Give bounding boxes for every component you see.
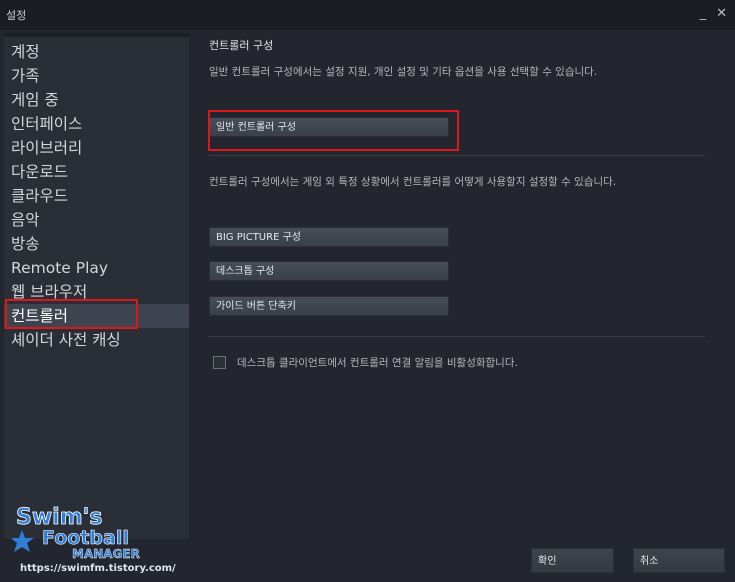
title-bar: 설정 _ ✕: [0, 0, 735, 30]
divider: [209, 336, 705, 337]
big-picture-config-button[interactable]: BIG PICTURE 구성: [209, 227, 449, 247]
sidebar-nav: 계정 가족 게임 중 인터페이스 라이브러리 다운로드 클라우드 음악 방송 R…: [4, 40, 189, 352]
sidebar-top-divider: [4, 33, 189, 37]
sidebar-item-downloads[interactable]: 다운로드: [4, 160, 189, 184]
close-icon[interactable]: ✕: [716, 4, 727, 24]
sidebar-item-account[interactable]: 계정: [4, 40, 189, 64]
minimize-icon[interactable]: _: [700, 4, 707, 24]
sidebar-item-in-game[interactable]: 게임 중: [4, 88, 189, 112]
watermark-logo: Swim's Football MANAGER https://swimfm.t…: [10, 500, 182, 580]
ok-button[interactable]: 확인: [531, 548, 614, 573]
sidebar-item-family[interactable]: 가족: [4, 64, 189, 88]
divider: [209, 155, 705, 156]
general-config-description: 일반 컨트롤러 구성에서는 설정 지원, 개인 설정 및 기타 옵션을 사용 선…: [209, 66, 598, 78]
watermark-logo-graphic: Swim's Football MANAGER: [10, 505, 140, 561]
controller-settings-panel: 컨트롤러 구성 일반 컨트롤러 구성에서는 설정 지원, 개인 설정 및 기타 …: [189, 33, 735, 539]
disable-notification-checkbox[interactable]: [213, 356, 226, 369]
sidebar-item-interface[interactable]: 인터페이스: [4, 112, 189, 136]
cancel-button[interactable]: 취소: [633, 548, 725, 573]
sidebar-item-cloud[interactable]: 클라우드: [4, 184, 189, 208]
watermark-line2: Football: [42, 527, 129, 549]
settings-sidebar: 계정 가족 게임 중 인터페이스 라이브러리 다운로드 클라우드 음악 방송 R…: [4, 33, 189, 539]
general-controller-config-button[interactable]: 일반 컨트롤러 구성: [209, 117, 449, 137]
sidebar-item-library[interactable]: 라이브러리: [4, 136, 189, 160]
section-title: 컨트롤러 구성: [209, 39, 274, 52]
sidebar-item-web-browser[interactable]: 웹 브라우저: [4, 280, 189, 304]
sidebar-item-controller[interactable]: 컨트롤러: [4, 304, 189, 328]
sidebar-item-remote-play[interactable]: Remote Play: [4, 256, 189, 280]
disable-notification-label[interactable]: 데스크톱 클라이언트에서 컨트롤러 연결 알림을 비활성화합니다.: [237, 355, 518, 370]
watermark-line3: MANAGER: [72, 547, 140, 561]
desktop-config-button[interactable]: 데스크톱 구성: [209, 261, 449, 281]
window-controls: _ ✕: [700, 4, 727, 24]
sidebar-item-shader-pre-caching[interactable]: 셰이더 사전 캐싱: [4, 328, 189, 352]
sidebar-item-music[interactable]: 음악: [4, 208, 189, 232]
context-config-description: 컨트롤러 구성에서는 게임 외 특정 상황에서 컨트롤러를 어떻게 사용할지 설…: [209, 176, 617, 188]
watermark-url: https://swimfm.tistory.com/: [20, 563, 176, 574]
sidebar-item-broadcasting[interactable]: 방송: [4, 232, 189, 256]
window-title: 설정: [6, 9, 27, 22]
guide-button-chord-button[interactable]: 가이드 버튼 단축키: [209, 296, 449, 316]
